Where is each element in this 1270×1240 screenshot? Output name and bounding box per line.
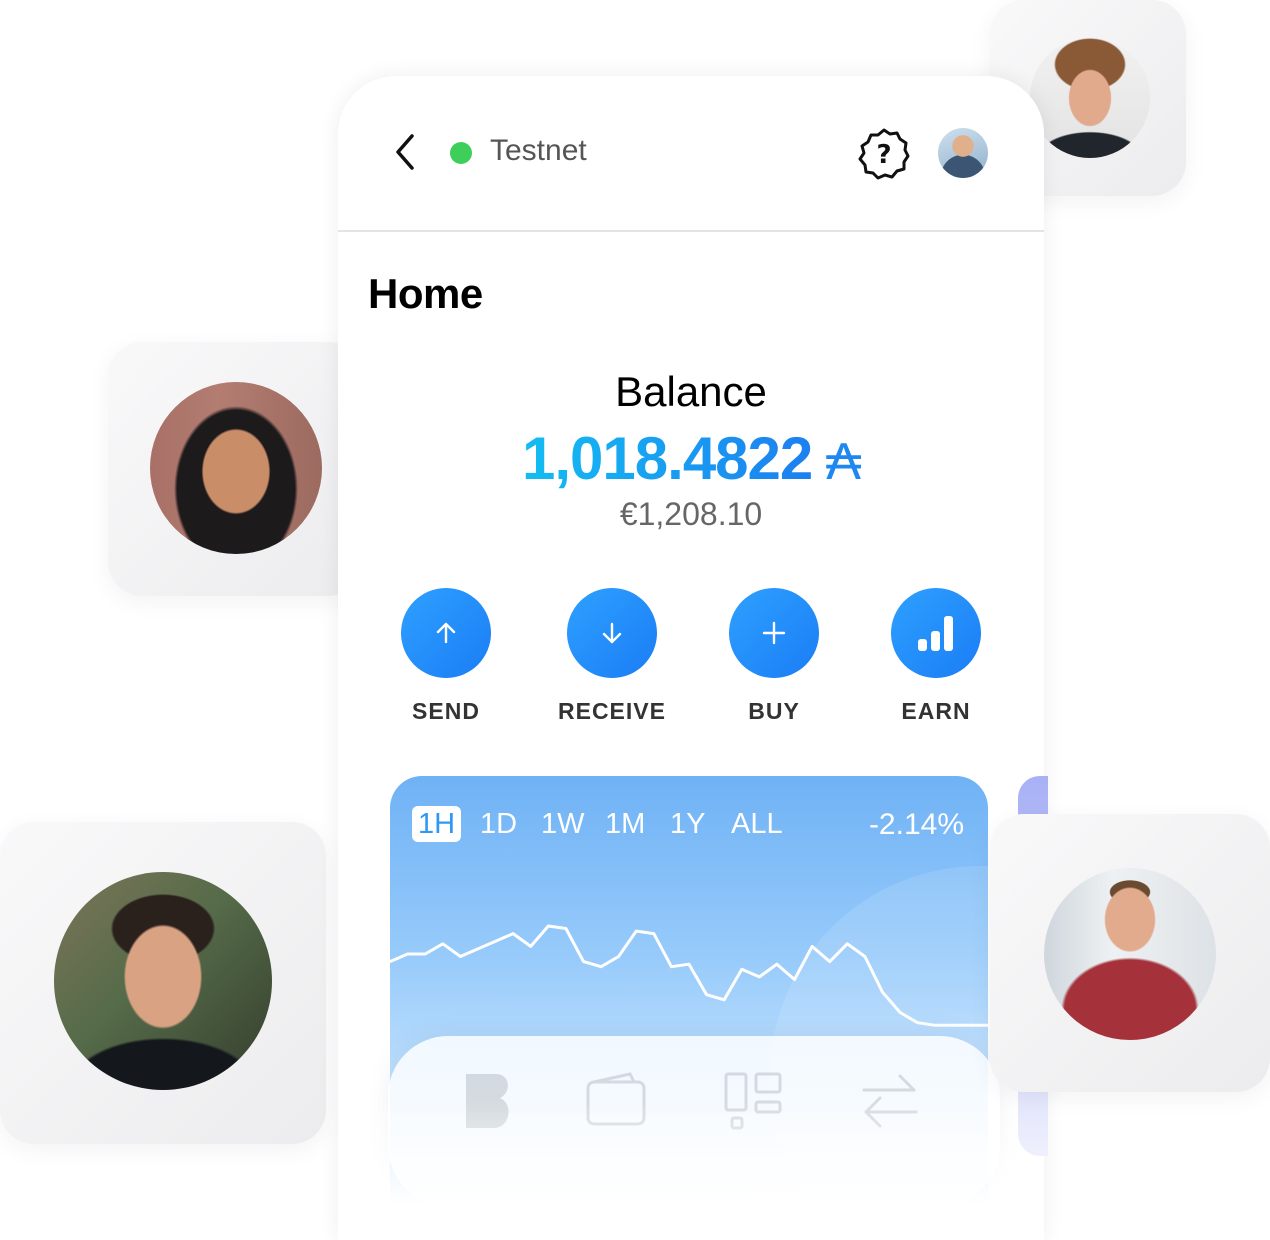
plus-icon xyxy=(762,621,786,645)
send-label: SEND xyxy=(412,698,480,724)
bars-chart-icon xyxy=(918,616,953,651)
earn-button[interactable]: EARN xyxy=(866,588,1006,725)
avatar-tile-left-bottom xyxy=(0,822,326,1144)
profile-avatar[interactable] xyxy=(938,128,988,178)
avatar-tile-right xyxy=(990,814,1270,1092)
avatar-tile-left-top xyxy=(108,342,362,596)
back-button[interactable] xyxy=(390,132,420,172)
top-bar: Testnet ? xyxy=(338,76,1044,232)
avatar-photo-smiling-man xyxy=(1044,868,1216,1040)
help-button[interactable]: ? xyxy=(856,126,912,182)
arrow-down-icon xyxy=(602,622,622,644)
receive-button[interactable]: RECEIVE xyxy=(542,588,682,725)
network-label: Testnet xyxy=(490,134,587,167)
balance-fiat: €1,208.10 xyxy=(619,496,763,532)
question-badge-icon: ? xyxy=(858,128,910,180)
earn-label: EARN xyxy=(901,698,971,724)
transfer-arrows-icon[interactable] xyxy=(860,1070,920,1132)
wallet-phone-screen: Testnet ? Home Balance 1,018.4822 ₳ €1,20… xyxy=(338,76,1044,1240)
price-line xyxy=(390,924,988,1027)
avatar-photo-man xyxy=(54,872,272,1090)
balance-label: Balance xyxy=(615,368,767,415)
page-title: Home xyxy=(368,270,483,317)
avatar-photo-curly-man xyxy=(1030,38,1150,158)
dashboard-icon[interactable] xyxy=(722,1070,784,1132)
buy-button[interactable]: BUY xyxy=(704,588,844,725)
buy-label: BUY xyxy=(748,698,800,724)
ada-currency-icon: ₳ xyxy=(826,433,861,491)
balance-number: 1,018.4822 xyxy=(522,425,813,492)
bottom-navigation xyxy=(388,1036,1000,1206)
brand-logo-icon[interactable] xyxy=(460,1070,516,1132)
balance-amount: 1,018.4822 ₳ xyxy=(338,424,1044,493)
arrow-up-icon xyxy=(436,622,456,644)
network-status-dot xyxy=(450,142,472,164)
avatar-photo-woman xyxy=(150,382,322,554)
receive-label: RECEIVE xyxy=(558,698,666,724)
chevron-left-icon xyxy=(396,134,414,170)
send-button[interactable]: SEND xyxy=(376,588,516,725)
svg-text:?: ? xyxy=(876,140,891,170)
wallet-icon[interactable] xyxy=(584,1070,648,1130)
